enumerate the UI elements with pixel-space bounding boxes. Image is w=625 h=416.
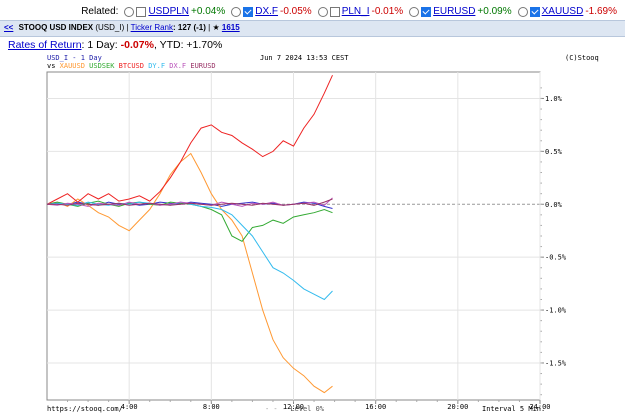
x-tick-label: 12:00 bbox=[283, 403, 304, 411]
x-tick-label: 4:00 bbox=[121, 403, 138, 411]
x-tick-label: 8:00 bbox=[203, 403, 220, 411]
y-tick-label: -1.0% bbox=[545, 307, 567, 315]
y-tick-label: -0.5% bbox=[545, 254, 567, 262]
y-tick-label: -1.5% bbox=[545, 359, 567, 367]
x-tick-label: 16:00 bbox=[365, 403, 386, 411]
y-tick-label: 0.0% bbox=[545, 201, 563, 209]
x-tick-label: 20:00 bbox=[447, 403, 468, 411]
y-tick-label: 0.5% bbox=[545, 148, 563, 156]
chart: 1.0% 0.5% 0.0% -0.5% -1.0% -1.5% 4:00 8:00 12:00… bbox=[46, 71, 567, 411]
y-tick-label: 1.0% bbox=[545, 95, 563, 103]
x-tick-label: 24:00 bbox=[529, 403, 550, 411]
